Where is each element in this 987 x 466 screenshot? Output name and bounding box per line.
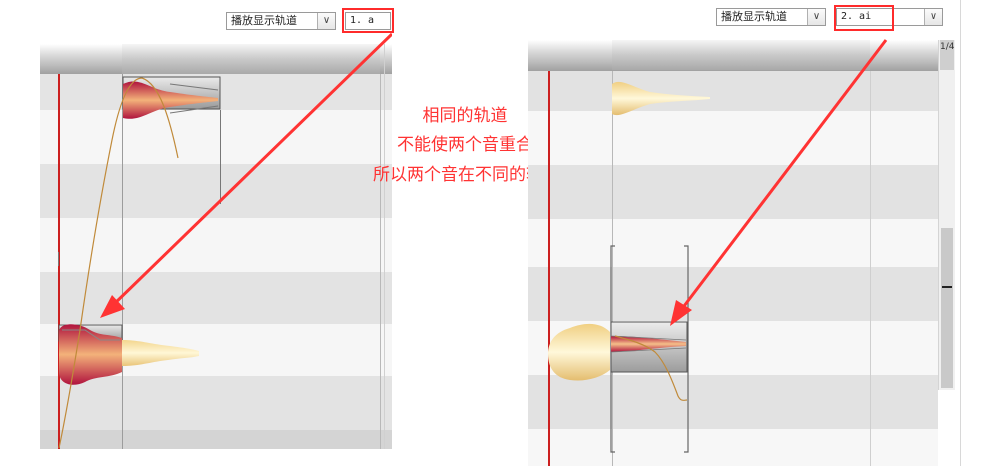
- pitch-curve: [58, 77, 179, 449]
- note-blob: [548, 323, 610, 381]
- note-blob: [612, 81, 710, 116]
- note-blobs-left[interactable]: [0, 0, 392, 466]
- note-blobs-right[interactable]: [500, 0, 987, 466]
- note-tail: [122, 340, 199, 366]
